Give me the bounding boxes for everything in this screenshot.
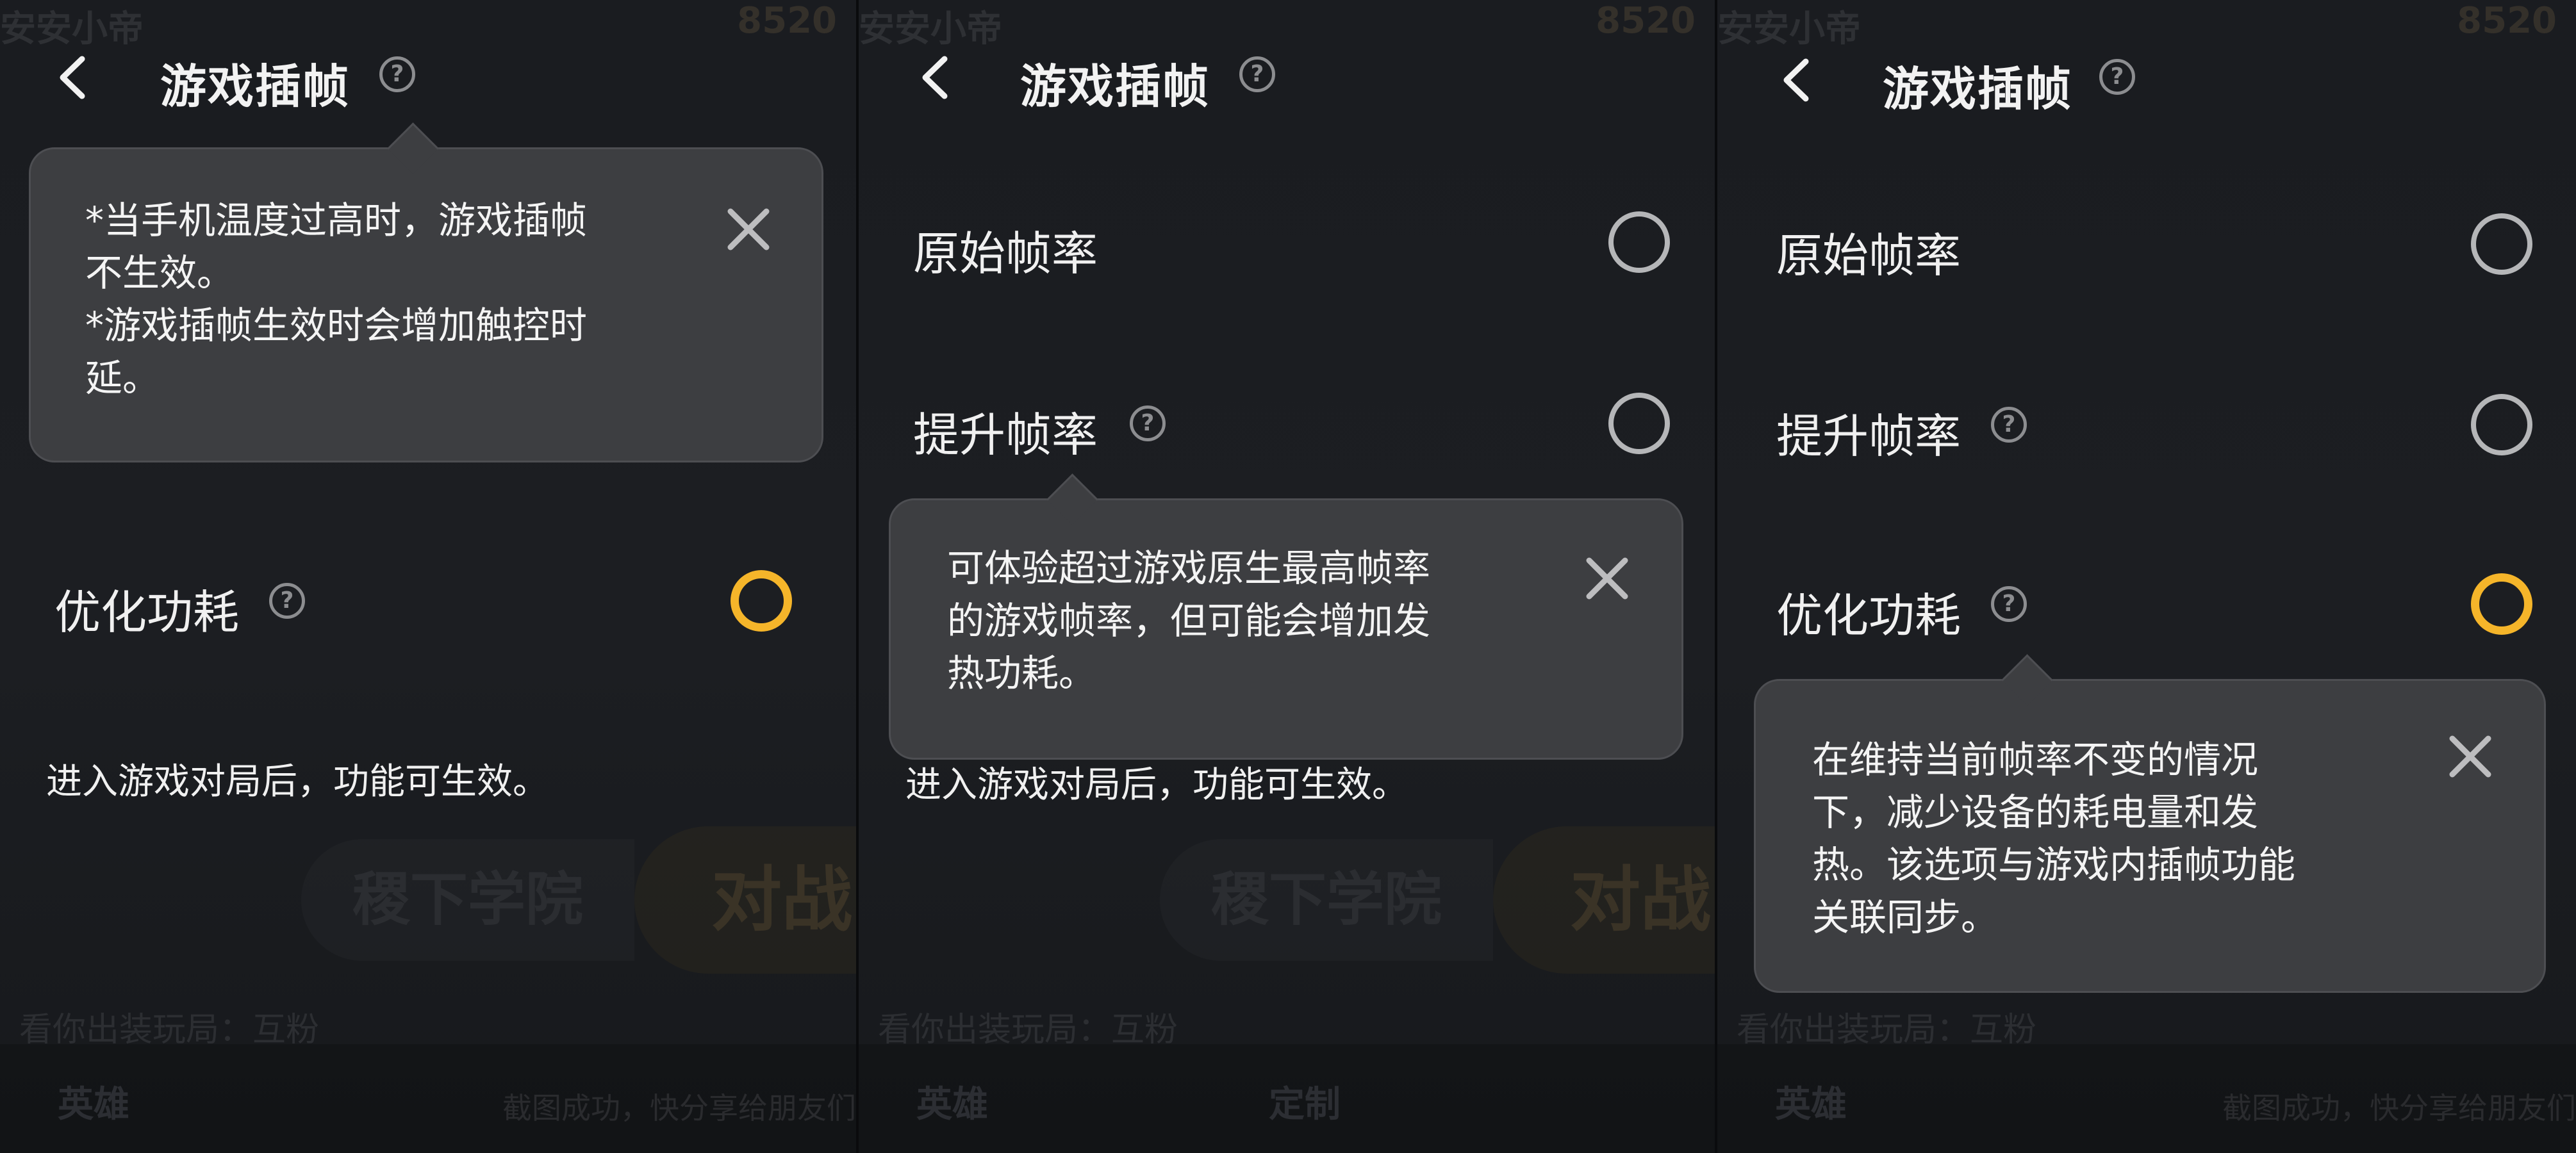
tooltip-line: 在维持当前帧率不变的情况 xyxy=(1812,738,2259,781)
close-icon[interactable] xyxy=(1581,553,1633,604)
game-hint-text: 看你出装玩局：互粉 xyxy=(878,1011,1178,1049)
close-icon[interactable] xyxy=(723,204,774,255)
panel-optimize-tooltip: 安安小帝 8520 看你出装玩局：互粉 英雄 截图成功，快分享给朋友们 游戏插帧… xyxy=(1717,0,2576,1153)
game-battle-button: 对战 xyxy=(1493,826,1715,974)
game-nav-hero: 英雄 xyxy=(1775,1084,1847,1125)
tooltip-boost: 可体验超过游戏原生最高帧率 的游戏帧率，但可能会增加发 热功耗。 xyxy=(889,473,1683,760)
tooltip-optimize: 在维持当前帧率不变的情况 下，减少设备的耗电量和发 热。该选项与游戏内插帧功能 … xyxy=(1754,654,2546,993)
game-status-bar: 安安小帝 8520 xyxy=(859,0,1715,50)
option-boost-framerate[interactable]: 提升帧率 ? xyxy=(1717,378,2576,468)
title-help-icon[interactable]: ? xyxy=(1239,56,1275,92)
option-boost-help-icon[interactable]: ? xyxy=(1130,405,1166,441)
panel-boost-tooltip: 安安小帝 8520 稷下学院 对战 看你出装玩局：互粉 英雄 定制 游戏插帧 ?… xyxy=(859,0,1715,1153)
option-optimize-help-icon[interactable]: ? xyxy=(269,583,305,619)
game-nav-hero: 英雄 xyxy=(58,1084,129,1125)
back-arrow-icon[interactable] xyxy=(1776,58,1821,102)
header: 游戏插帧 ? xyxy=(1717,40,2576,116)
page-title: 游戏插帧 xyxy=(1020,60,1210,113)
title-help-icon[interactable]: ? xyxy=(2099,59,2135,95)
game-battle-button: 对战 xyxy=(634,826,856,974)
option-optimize-label: 优化功耗 xyxy=(54,585,240,639)
close-icon[interactable] xyxy=(2445,731,2496,782)
panel-temperature-tooltip: 安安小帝 8520 稷下学院 对战 看你出装玩局：互粉 英雄 截图成功，快分享给… xyxy=(0,0,856,1153)
header: 游戏插帧 ? xyxy=(859,40,1715,113)
option-optimize-power[interactable]: 优化功耗 ? xyxy=(0,554,856,644)
option-original-label: 原始帧率 xyxy=(913,227,1098,281)
tooltip-line: 可体验超过游戏原生最高帧率 xyxy=(947,546,1431,590)
game-status-bar: 安安小帝 8520 xyxy=(1717,0,2576,50)
option-boost-radio[interactable] xyxy=(1608,393,1670,454)
option-optimize-power[interactable]: 优化功耗 ? xyxy=(1717,557,2576,647)
option-original-label: 原始帧率 xyxy=(1776,229,1961,282)
game-hint-text: 看你出装玩局：互粉 xyxy=(1737,1011,2037,1049)
effective-note: 进入游戏对局后，功能可生效。 xyxy=(46,761,549,803)
back-arrow-icon[interactable] xyxy=(915,55,960,100)
option-boost-radio[interactable] xyxy=(2471,394,2532,455)
tooltip-temperature: *当手机温度过高时，游戏插帧 不生效。 *游戏插帧生效时会增加触控时 延。 xyxy=(29,122,823,462)
tooltip-line: *当手机温度过高时，游戏插帧 xyxy=(85,199,588,242)
option-original-framerate[interactable]: 原始帧率 xyxy=(859,195,1715,285)
game-coin-count: 8520 xyxy=(737,0,837,42)
tooltip-line: 的游戏帧率，但可能会增加发 xyxy=(947,599,1431,642)
tooltip-line: 热。该选项与游戏内插帧功能 xyxy=(1812,843,2296,887)
option-boost-label: 提升帧率 xyxy=(913,408,1098,462)
option-original-radio[interactable] xyxy=(2471,213,2532,275)
effective-note: 进入游戏对局后，功能可生效。 xyxy=(905,764,1408,806)
tooltip-line: 下，减少设备的耗电量和发 xyxy=(1812,790,2259,834)
option-boost-label: 提升帧率 xyxy=(1776,409,1961,463)
game-toast: 截图成功，快分享给朋友们 xyxy=(2222,1091,2576,1125)
tooltip-line: *游戏插帧生效时会增加触控时 xyxy=(85,304,588,347)
back-arrow-icon[interactable] xyxy=(53,55,97,100)
tooltip-text: 可体验超过游戏原生最高帧率 的游戏帧率，但可能会增加发 热功耗。 xyxy=(947,542,1430,699)
page-title: 游戏插帧 xyxy=(1883,62,2073,116)
option-optimize-label: 优化功耗 xyxy=(1776,589,1961,642)
game-status-bar: 安安小帝 8520 xyxy=(0,0,856,50)
header: 游戏插帧 ? xyxy=(0,40,856,113)
tooltip-line: 不生效。 xyxy=(85,251,235,295)
tooltip-line: 关联同步。 xyxy=(1812,895,1999,939)
game-toast: 截图成功，快分享给朋友们 xyxy=(502,1091,856,1125)
tooltip-line: 延。 xyxy=(85,356,160,400)
option-original-framerate[interactable]: 原始帧率 xyxy=(1717,197,2576,287)
game-nav-custom: 定制 xyxy=(1269,1084,1341,1125)
game-academy-button: 稷下学院 xyxy=(301,839,634,961)
tooltip-text: *当手机温度过高时，游戏插帧 不生效。 *游戏插帧生效时会增加触控时 延。 xyxy=(85,194,587,404)
game-academy-button: 稷下学院 xyxy=(1160,839,1493,961)
game-coin-count: 8520 xyxy=(1596,0,1696,42)
option-optimize-help-icon[interactable]: ? xyxy=(1991,586,2027,622)
game-footer: 英雄 截图成功，快分享给朋友们 xyxy=(1717,1044,2576,1153)
game-coin-count: 8520 xyxy=(2457,0,2557,42)
option-optimize-radio[interactable] xyxy=(731,570,792,632)
option-original-radio[interactable] xyxy=(1608,211,1670,273)
tooltip-line: 热功耗。 xyxy=(947,651,1096,695)
page-title: 游戏插帧 xyxy=(160,60,351,113)
title-help-icon[interactable]: ? xyxy=(379,56,415,92)
option-optimize-radio[interactable] xyxy=(2471,573,2532,635)
option-boost-help-icon[interactable]: ? xyxy=(1991,407,2027,443)
game-footer: 英雄 截图成功，快分享给朋友们 xyxy=(0,1044,856,1153)
game-footer: 英雄 定制 xyxy=(859,1044,1715,1153)
tooltip-text: 在维持当前帧率不变的情况 下，减少设备的耗电量和发 热。该选项与游戏内插帧功能 … xyxy=(1812,733,2295,944)
option-boost-framerate[interactable]: 提升帧率 ? xyxy=(859,377,1715,466)
game-nav-hero: 英雄 xyxy=(916,1084,988,1125)
game-hint-text: 看你出装玩局：互粉 xyxy=(19,1011,320,1049)
